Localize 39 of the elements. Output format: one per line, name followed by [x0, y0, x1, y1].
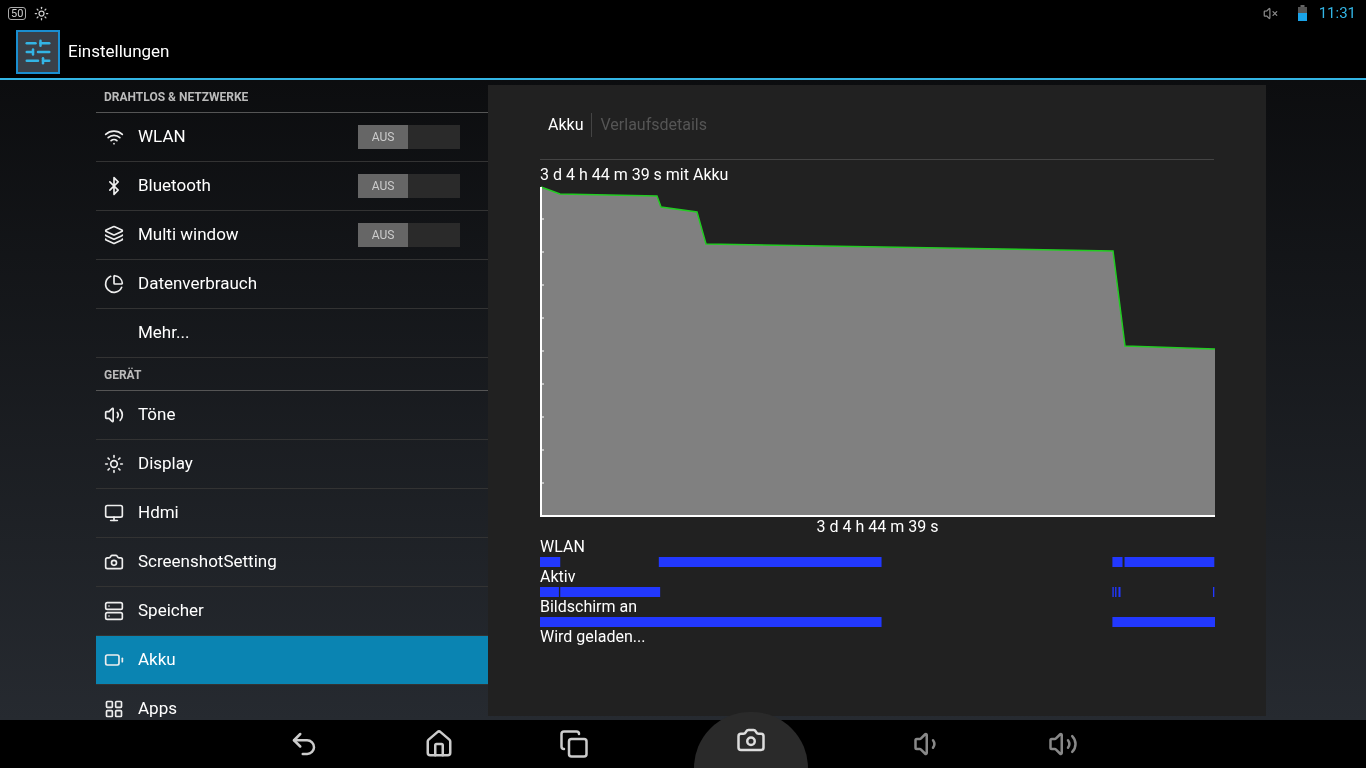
- app-title: Einstellungen: [68, 40, 170, 64]
- speaker-icon: [104, 405, 124, 425]
- settings-item[interactable]: Display: [96, 440, 488, 489]
- axis-label: 3 d 4 h 44 m 39 s: [815, 517, 940, 537]
- settings-item[interactable]: Akku: [96, 636, 488, 685]
- recent-apps-icon[interactable]: [558, 729, 589, 759]
- battery-level-badge: 50: [8, 6, 27, 20]
- toggle-switch[interactable]: AUS: [358, 223, 460, 247]
- clock: 11:31: [1318, 2, 1356, 24]
- timeline-label: Bildschirm an: [540, 597, 639, 617]
- settings-app-icon[interactable]: [16, 30, 60, 74]
- timeline-label: Aktiv: [540, 567, 577, 587]
- toggle-switch[interactable]: AUS: [358, 174, 460, 198]
- timeline-label: WLAN: [540, 537, 586, 557]
- settings-item[interactable]: WLAN AUS: [96, 113, 488, 162]
- duration-label: 3 d 4 h 44 m 39 s mit Akku: [540, 164, 730, 186]
- mute-icon: [1262, 5, 1278, 21]
- breadcrumb-tab[interactable]: Akku: [540, 113, 592, 137]
- camera-icon: [104, 552, 124, 572]
- section-header: DRAHTLOS & NETZWERKE: [96, 80, 488, 113]
- monitor-icon: [104, 503, 124, 523]
- toggle-switch[interactable]: AUS: [358, 125, 460, 149]
- apps-grid-icon: [104, 699, 124, 719]
- settings-item[interactable]: Datenverbrauch: [96, 260, 488, 309]
- settings-item[interactable]: Hdmi: [96, 489, 488, 538]
- settings-item[interactable]: ScreenshotSetting: [96, 538, 488, 587]
- settings-item[interactable]: Multi window AUS: [96, 211, 488, 260]
- settings-item[interactable]: Bluetooth AUS: [96, 162, 488, 211]
- brightness-icon: [104, 454, 124, 474]
- timeline-label: Wird geladen...: [540, 627, 647, 647]
- section-header: GERÄT: [96, 358, 488, 391]
- settings-item[interactable]: Töne: [96, 391, 488, 440]
- battery-icon: [1297, 5, 1307, 21]
- storage-icon: [104, 601, 124, 621]
- home-icon[interactable]: [423, 729, 454, 759]
- brightness-icon: [34, 5, 50, 21]
- stacked-windows-icon: [104, 225, 124, 245]
- wifi-icon: [104, 127, 124, 147]
- pie-chart-icon: [104, 274, 124, 294]
